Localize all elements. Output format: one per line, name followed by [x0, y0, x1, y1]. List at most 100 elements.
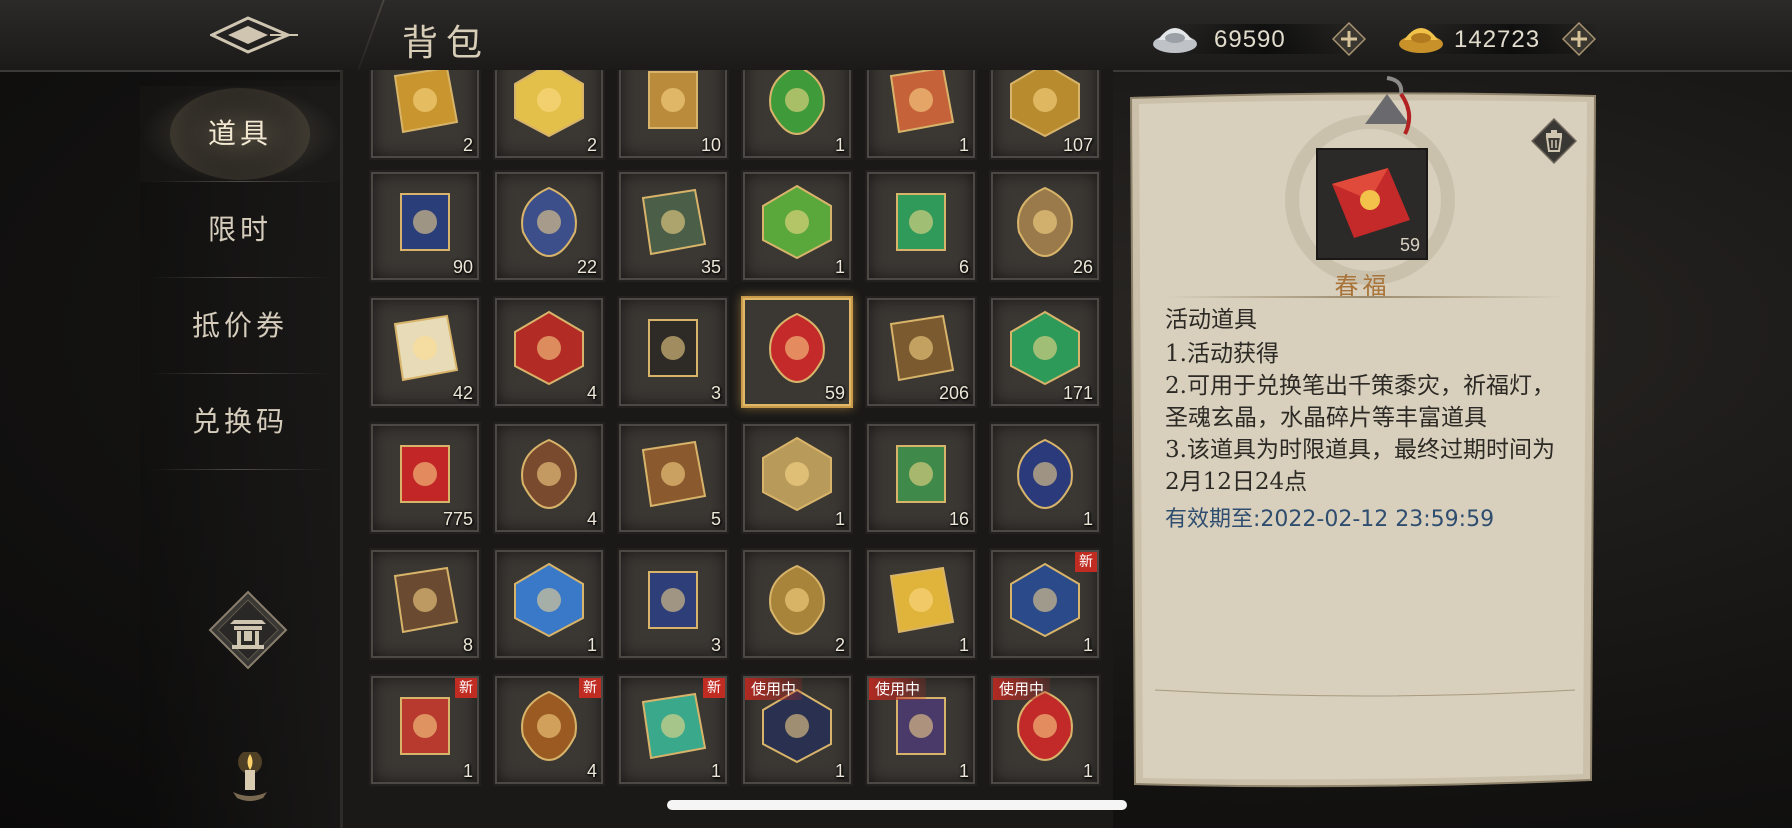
item-count: 4 [586, 761, 597, 781]
inventory-slot[interactable]: 2 [493, 70, 605, 160]
inventory-slot[interactable]: 4新 [493, 674, 605, 786]
item-count: 16 [948, 509, 969, 529]
new-badge: 新 [455, 678, 477, 698]
tab-limited[interactable]: 限时 [140, 182, 340, 278]
shrine-icon [208, 590, 288, 670]
item-count: 3 [710, 635, 721, 655]
item-count: 171 [1062, 383, 1093, 403]
inventory-slot[interactable]: 2 [369, 70, 481, 160]
green-token-icon [769, 70, 825, 136]
inventory-slot[interactable]: 90 [369, 170, 481, 282]
title-divider [357, 0, 385, 70]
inventory-slot[interactable]: 8 [369, 548, 481, 660]
item-count: 1 [586, 635, 597, 655]
inventory-slot[interactable]: 3 [617, 296, 729, 408]
treasure-chest-icon [896, 445, 946, 503]
item-count: 1 [958, 135, 969, 155]
item-count: 1 [710, 761, 721, 781]
top-bar: 背包 69590 142723 [0, 0, 1792, 72]
item-count: 3 [710, 383, 721, 403]
inventory-slot[interactable]: 171 [989, 296, 1101, 408]
inventory-slot[interactable]: 775 [369, 422, 481, 534]
item-count: 1 [834, 761, 845, 781]
inventory-slot[interactable]: 1 [493, 548, 605, 660]
treasure-ticket-icon [393, 314, 459, 382]
description-line: 2.可用于兑换笔出千策黍灾，祈福灯，圣魂玄晶，水晶碎片等丰富道具 [1165, 373, 1555, 431]
back-arrow-icon [208, 16, 298, 54]
inventory-slot[interactable]: 59 [741, 296, 853, 408]
inventory-slot[interactable]: 1 使用中 [741, 674, 853, 786]
dragon-card-icon [521, 186, 577, 258]
inventory-slot[interactable]: 22 [493, 170, 605, 282]
lantern-icon [514, 70, 584, 138]
hanging-hook-icon [1365, 76, 1412, 135]
new-year-card-icon [1017, 438, 1073, 510]
inventory-grid[interactable]: 2 2 10 1 1 107 90 22 35 1 6 26 42 4 3 59 206 171 775 4 5 1 16 1… [340, 70, 1113, 828]
points-medal-icon [889, 314, 955, 382]
item-count: 1 [834, 257, 845, 277]
hero-portrait-icon [514, 562, 584, 638]
item-count: 1 [834, 509, 845, 529]
inventory-slot[interactable]: 42 [369, 296, 481, 408]
in-use-badge: 使用中 [869, 678, 927, 700]
tab-label: 兑换码 [191, 405, 288, 438]
inventory-slot[interactable]: 1新 [617, 674, 729, 786]
back-button[interactable] [208, 14, 300, 56]
scroll-icon [889, 70, 955, 134]
inventory-slot[interactable]: 1新 [369, 674, 481, 786]
tab-redeem-code[interactable]: 兑换码 [140, 374, 340, 470]
plus-icon [1561, 21, 1597, 57]
item-count: 8 [462, 635, 473, 655]
item-count: 1 [462, 761, 473, 781]
inventory-slot[interactable]: 10 [617, 70, 729, 160]
inventory-slot[interactable]: 1 [741, 422, 853, 534]
item-type: 活动道具 [1165, 307, 1257, 333]
inventory-slot[interactable]: 1新 [989, 548, 1101, 660]
inventory-slot[interactable]: 4 [493, 296, 605, 408]
trash-icon [1530, 117, 1578, 165]
item-count: 6 [958, 257, 969, 277]
inventory-slot[interactable]: 4 [493, 422, 605, 534]
item-count: 90 [452, 257, 473, 277]
inventory-slot[interactable]: 206 [865, 296, 977, 408]
inventory-slot[interactable]: 2 [741, 548, 853, 660]
item-count: 206 [938, 383, 969, 403]
tab-vouchers[interactable]: 抵价券 [140, 278, 340, 374]
item-count: 59 [824, 383, 845, 403]
candle-icon [225, 750, 275, 812]
inventory-slot[interactable]: 1 [865, 548, 977, 660]
inventory-slot[interactable]: 1 [865, 70, 977, 160]
tab-items[interactable]: 道具 [140, 86, 340, 182]
discard-button[interactable] [1530, 117, 1578, 165]
inventory-slot[interactable]: 1 [741, 70, 853, 160]
in-use-badge: 使用中 [993, 678, 1051, 700]
inventory-slot[interactable]: 16 [865, 422, 977, 534]
item-detail-panel: 59 春福 活动道具 1.活动获得 2.可用于兑换笔出千策黍灾，祈福灯，圣魂玄晶… [1125, 76, 1600, 790]
jade-seal-icon [1010, 70, 1080, 138]
item-count: 10 [700, 135, 721, 155]
home-indicator[interactable] [667, 800, 1127, 810]
inventory-slot[interactable]: 6 [865, 170, 977, 282]
add-gold-button[interactable] [1561, 21, 1597, 57]
inventory-slot[interactable]: 107 [989, 70, 1101, 160]
inventory-slot[interactable]: 35 [617, 170, 729, 282]
item-count: 4 [586, 383, 597, 403]
silver-ingot-icon [1153, 28, 1197, 53]
portrait-card-icon [762, 436, 832, 512]
inventory-slot[interactable]: 1 使用中 [865, 674, 977, 786]
silver-amount: 69590 [1214, 26, 1286, 53]
item-count: 1 [958, 761, 969, 781]
silver-currency: 69590 [1150, 20, 1367, 60]
shrine-button[interactable] [208, 590, 288, 670]
inventory-slot[interactable]: 1 使用中 [989, 674, 1101, 786]
category-sidebar: 道具 限时 抵价券 兑换码 [140, 80, 340, 828]
inventory-slot[interactable]: 3 [617, 548, 729, 660]
add-silver-button[interactable] [1331, 21, 1367, 57]
inventory-slot[interactable]: 5 [617, 422, 729, 534]
beast-card-icon [641, 188, 707, 256]
inventory-slot[interactable]: 1 [989, 422, 1101, 534]
inventory-slot[interactable]: 1 [741, 170, 853, 282]
inventory-slot[interactable]: 26 [989, 170, 1101, 282]
merit-badge-icon [1017, 186, 1073, 258]
item-count: 42 [452, 383, 473, 403]
